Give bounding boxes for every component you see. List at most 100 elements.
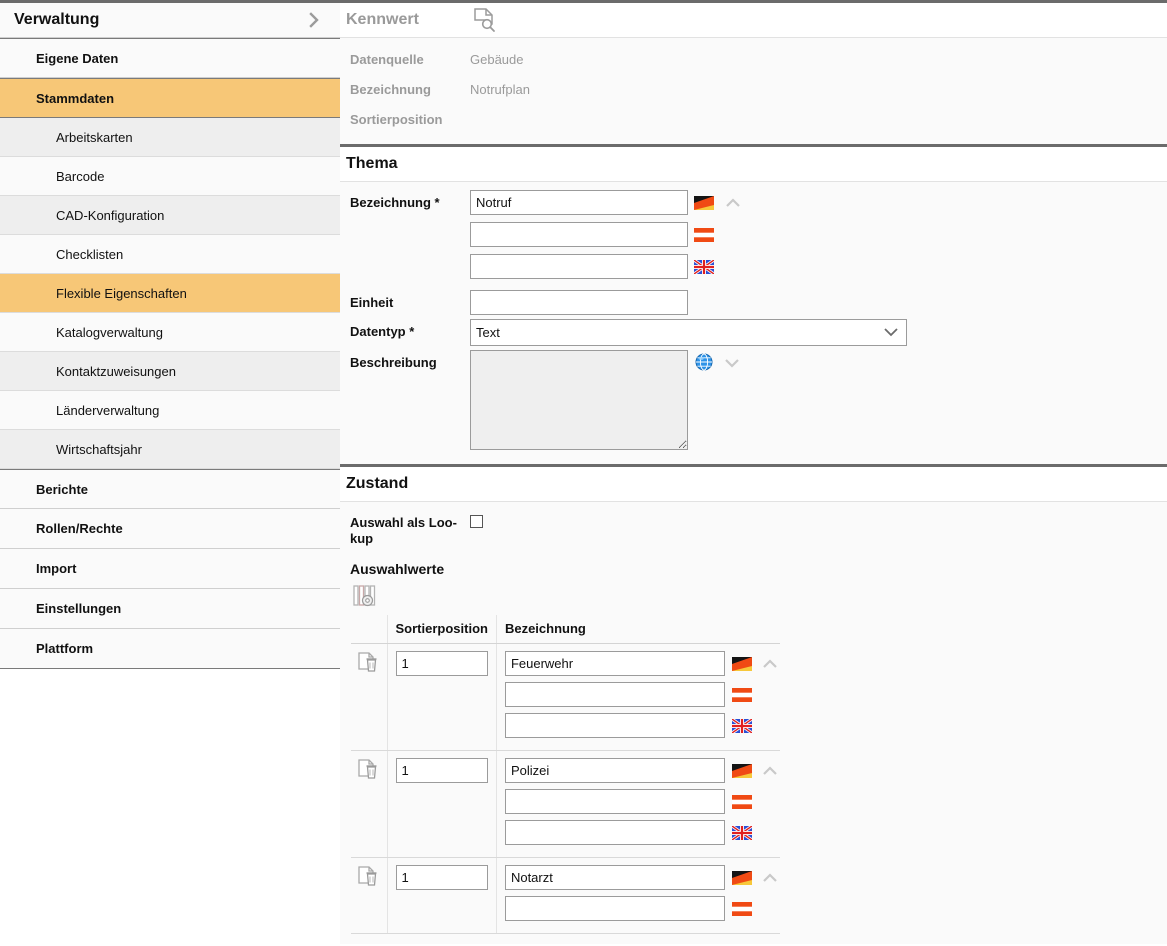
flag-at-icon	[725, 682, 752, 702]
sortierposition-input[interactable]	[396, 758, 488, 783]
app-root: Verwaltung Eigene Daten Stammdaten Arbei…	[0, 0, 1167, 946]
column-config-icon[interactable]	[340, 583, 1167, 609]
sortierposition-input[interactable]	[396, 865, 488, 890]
sidebar-item-berichte[interactable]: Berichte	[0, 469, 340, 509]
kennwert-field-sortierposition: Sortierposition	[340, 104, 1167, 134]
row-bezeichnung-cell	[496, 751, 780, 858]
row-bezeichnung-de-input[interactable]	[505, 651, 725, 676]
sidebar-item-label: Katalogverwaltung	[56, 325, 163, 340]
sidebar-item-katalogverwaltung[interactable]: Katalogverwaltung	[0, 313, 340, 352]
sidebar-item-rollen-rechte[interactable]: Rollen/Rechte	[0, 509, 340, 549]
row-bezeichnung-at-input[interactable]	[505, 789, 725, 814]
row-actions-cell	[351, 858, 387, 934]
row-bezeichnung-en-input[interactable]	[505, 820, 725, 845]
sidebar-item-label: Einstellungen	[36, 601, 121, 616]
row-sortierposition-cell	[387, 644, 496, 751]
sidebar-item-label: CAD-Konfiguration	[56, 208, 164, 223]
sidebar-item-eigene-daten[interactable]: Eigene Daten	[0, 38, 340, 78]
chevron-right-icon[interactable]	[306, 12, 322, 28]
table-row	[351, 751, 780, 858]
datentyp-select[interactable]: Text	[470, 319, 907, 346]
zustand-header: Zustand	[340, 464, 1167, 501]
document-search-icon[interactable]	[419, 7, 497, 33]
field-label: Bezeichnung	[340, 82, 470, 97]
flag-de-icon	[688, 190, 714, 210]
lookup-checkbox[interactable]	[470, 515, 483, 528]
globe-icon[interactable]	[688, 350, 713, 371]
thema-field-beschreibung: Beschreibung	[340, 350, 1167, 450]
lookup-field: Auswahl als Loo- kup	[340, 510, 1167, 547]
chevron-down-icon[interactable]	[713, 350, 742, 370]
thema-title: Thema	[346, 155, 398, 173]
row-actions-cell	[351, 751, 387, 858]
chevron-up-icon[interactable]	[752, 758, 780, 778]
sidebar-item-flexible-eigenschaften[interactable]: Flexible Eigenschaften	[0, 274, 340, 313]
sidebar-item-label: Checklisten	[56, 247, 123, 262]
row-bezeichnung-at-input[interactable]	[505, 896, 725, 921]
sidebar-item-label: Kontaktzuweisungen	[56, 364, 176, 379]
table-header-row: Sortierposition Bezeichnung	[351, 615, 780, 644]
row-sortierposition-cell	[387, 751, 496, 858]
flag-at-icon	[725, 789, 752, 809]
beschreibung-textarea[interactable]	[470, 350, 688, 450]
field-label: Sortierposition	[340, 112, 470, 127]
flag-at-icon	[725, 896, 752, 916]
sidebar-item-kontaktzuweisungen[interactable]: Kontaktzuweisungen	[0, 352, 340, 391]
sidebar-item-stammdaten[interactable]: Stammdaten	[0, 78, 340, 118]
col-header-sortierposition: Sortierposition	[387, 615, 496, 644]
sidebar-item-arbeitskarten[interactable]: Arbeitskarten	[0, 118, 340, 157]
zustand-body: Auswahl als Loo- kup Auswahlwerte	[340, 501, 1167, 944]
sidebar-header: Verwaltung	[0, 0, 340, 38]
sidebar-item-label: Stammdaten	[36, 91, 114, 106]
sidebar-item-barcode[interactable]: Barcode	[0, 157, 340, 196]
row-bezeichnung-en-input[interactable]	[505, 713, 725, 738]
kennwert-title: Kennwert	[346, 11, 419, 29]
sidebar-item-checklisten[interactable]: Checklisten	[0, 235, 340, 274]
col-header-bezeichnung: Bezeichnung	[496, 615, 780, 644]
einheit-input[interactable]	[470, 290, 688, 315]
sidebar-item-label: Berichte	[36, 482, 88, 497]
delete-document-icon[interactable]	[357, 769, 381, 784]
bezeichnung-at-input[interactable]	[470, 222, 688, 247]
sidebar-item-import[interactable]: Import	[0, 549, 340, 589]
zustand-title: Zustand	[346, 475, 408, 493]
auswahlwerte-title: Auswahlwerte	[340, 551, 1167, 581]
row-bezeichnung-at-input[interactable]	[505, 682, 725, 707]
sidebar-item-label: Flexible Eigenschaften	[56, 286, 187, 301]
bezeichnung-de-input[interactable]	[470, 190, 688, 215]
sidebar-item-label: Rollen/Rechte	[36, 521, 123, 536]
row-bezeichnung-de-input[interactable]	[505, 865, 725, 890]
bezeichnung-en-input[interactable]	[470, 254, 688, 279]
field-value: Gebäude	[470, 52, 524, 67]
row-bezeichnung-cell	[496, 858, 780, 934]
sidebar-item-label: Barcode	[56, 169, 104, 184]
sidebar-item-label: Wirtschaftsjahr	[56, 442, 142, 457]
table-row	[351, 858, 780, 934]
thema-field-datentyp: Datentyp * Text	[340, 319, 1167, 346]
field-label: Datentyp *	[340, 319, 470, 340]
flag-de-icon	[725, 758, 752, 778]
flag-de-icon	[725, 651, 752, 671]
delete-document-icon[interactable]	[357, 876, 381, 891]
row-bezeichnung-de-input[interactable]	[505, 758, 725, 783]
chevron-up-icon[interactable]	[714, 190, 743, 210]
sidebar-title: Verwaltung	[14, 11, 306, 29]
lookup-label-text: Auswahl als Loo- kup	[350, 515, 457, 546]
thema-form: Bezeichnung *	[340, 181, 1167, 464]
chevron-up-icon[interactable]	[752, 865, 780, 885]
sidebar-item-cad-konfiguration[interactable]: CAD-Konfiguration	[0, 196, 340, 235]
sidebar-item-wirtschaftsjahr[interactable]: Wirtschaftsjahr	[0, 430, 340, 469]
sortierposition-input[interactable]	[396, 651, 488, 676]
delete-document-icon[interactable]	[357, 662, 381, 677]
field-value: Notrufplan	[470, 82, 530, 97]
lookup-label: Auswahl als Loo- kup	[340, 510, 470, 547]
row-sortierposition-cell	[387, 858, 496, 934]
table-row	[351, 644, 780, 751]
sidebar-item-einstellungen[interactable]: Einstellungen	[0, 589, 340, 629]
row-actions-cell	[351, 644, 387, 751]
main-content: Kennwert Datenquelle Gebäude Bezeichnung…	[340, 0, 1167, 946]
sidebar-item-laenderverwaltung[interactable]: Länderverwaltung	[0, 391, 340, 430]
sidebar-item-plattform[interactable]: Plattform	[0, 629, 340, 669]
chevron-up-icon[interactable]	[752, 651, 780, 671]
flag-at-icon	[688, 222, 714, 242]
